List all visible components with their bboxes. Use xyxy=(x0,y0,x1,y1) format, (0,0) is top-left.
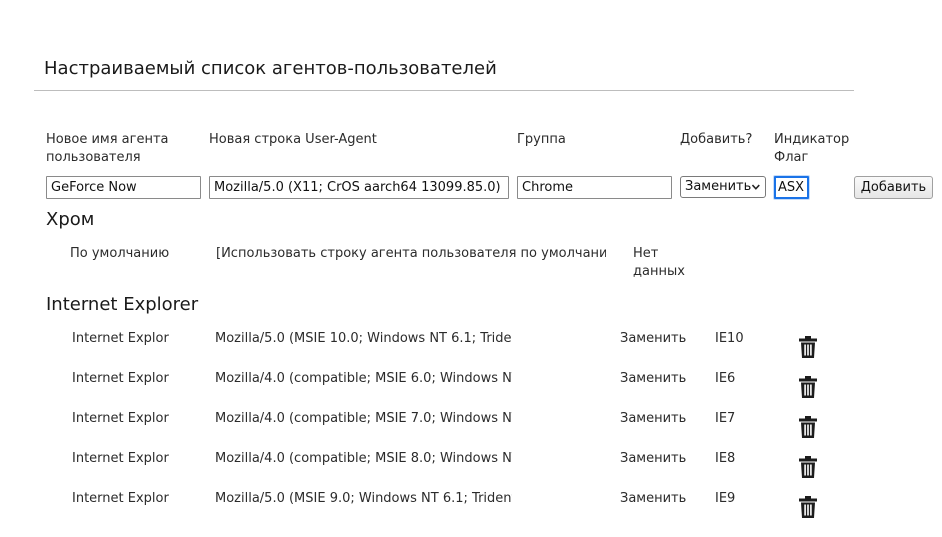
group-input[interactable] xyxy=(517,176,672,199)
header-agent-name-line1: Новое имя агента xyxy=(46,132,169,147)
chevron-down-icon xyxy=(752,184,761,190)
row-name: Internet Explorer 6 xyxy=(72,371,169,386)
row-user-agent: Mozilla/4.0 (compatible; MSIE 7.0; Windo… xyxy=(215,411,512,426)
group-heading-chrome: Хром xyxy=(46,209,95,230)
row-action: Заменить xyxy=(620,491,687,506)
row-name: Internet Explorer 10 xyxy=(72,331,169,346)
trash-icon[interactable] xyxy=(798,375,818,399)
row-flag: IE10 xyxy=(715,331,744,346)
row-action: Заменить xyxy=(620,371,687,386)
row-name: Internet Explorer 8 xyxy=(72,451,169,466)
row-flag: IE9 xyxy=(715,491,736,506)
default-row-action-line2: данных xyxy=(633,264,685,279)
add-button[interactable]: Добавить xyxy=(854,176,933,199)
row-flag: IE8 xyxy=(715,451,736,466)
header-flag-line2: Флаг xyxy=(774,150,809,165)
agent-name-input[interactable] xyxy=(46,176,201,199)
row-action: Заменить xyxy=(620,331,687,346)
row-user-agent: Mozilla/4.0 (compatible; MSIE 8.0; Windo… xyxy=(215,451,512,466)
default-row-name: По умолчанию xyxy=(70,246,170,261)
header-flag: Индикатор Флаг xyxy=(774,131,849,167)
group-heading-internet-explorer: Internet Explorer xyxy=(46,294,199,315)
row-name: Internet Explorer 9 xyxy=(72,491,169,506)
header-agent-name: Новое имя агента пользователя xyxy=(46,131,169,167)
header-group: Группа xyxy=(517,132,566,147)
trash-icon[interactable] xyxy=(798,495,818,519)
default-row-action: Нет данных xyxy=(633,245,693,281)
action-select-value: Заменить xyxy=(685,179,752,194)
trash-icon[interactable] xyxy=(798,415,818,439)
header-flag-line1: Индикатор xyxy=(774,132,850,147)
header-action: Добавить? xyxy=(680,132,753,147)
header-agent-name-line2: пользователя xyxy=(46,150,141,165)
row-action: Заменить xyxy=(620,451,687,466)
trash-icon[interactable] xyxy=(798,335,818,359)
default-row-action-line1: Нет xyxy=(633,246,659,261)
row-flag: IE7 xyxy=(715,411,736,426)
user-agent-input[interactable] xyxy=(209,176,509,199)
row-user-agent: Mozilla/5.0 (MSIE 10.0; Windows NT 6.1; … xyxy=(215,331,512,346)
row-user-agent: Mozilla/5.0 (MSIE 9.0; Windows NT 6.1; T… xyxy=(215,491,512,506)
flag-input[interactable] xyxy=(774,176,809,199)
trash-icon[interactable] xyxy=(798,455,818,479)
row-flag: IE6 xyxy=(715,371,736,386)
page-title: Настраиваемый список агентов-пользовател… xyxy=(44,58,497,79)
title-divider xyxy=(34,90,854,91)
default-row-user-agent: [Использовать строку агента пользователя… xyxy=(216,246,606,261)
row-user-agent: Mozilla/4.0 (compatible; MSIE 6.0; Windo… xyxy=(215,371,512,386)
action-select[interactable]: Заменить xyxy=(680,176,766,198)
row-action: Заменить xyxy=(620,411,687,426)
header-user-agent: Новая строка User-Agent xyxy=(209,132,377,147)
row-name: Internet Explorer 7 xyxy=(72,411,169,426)
